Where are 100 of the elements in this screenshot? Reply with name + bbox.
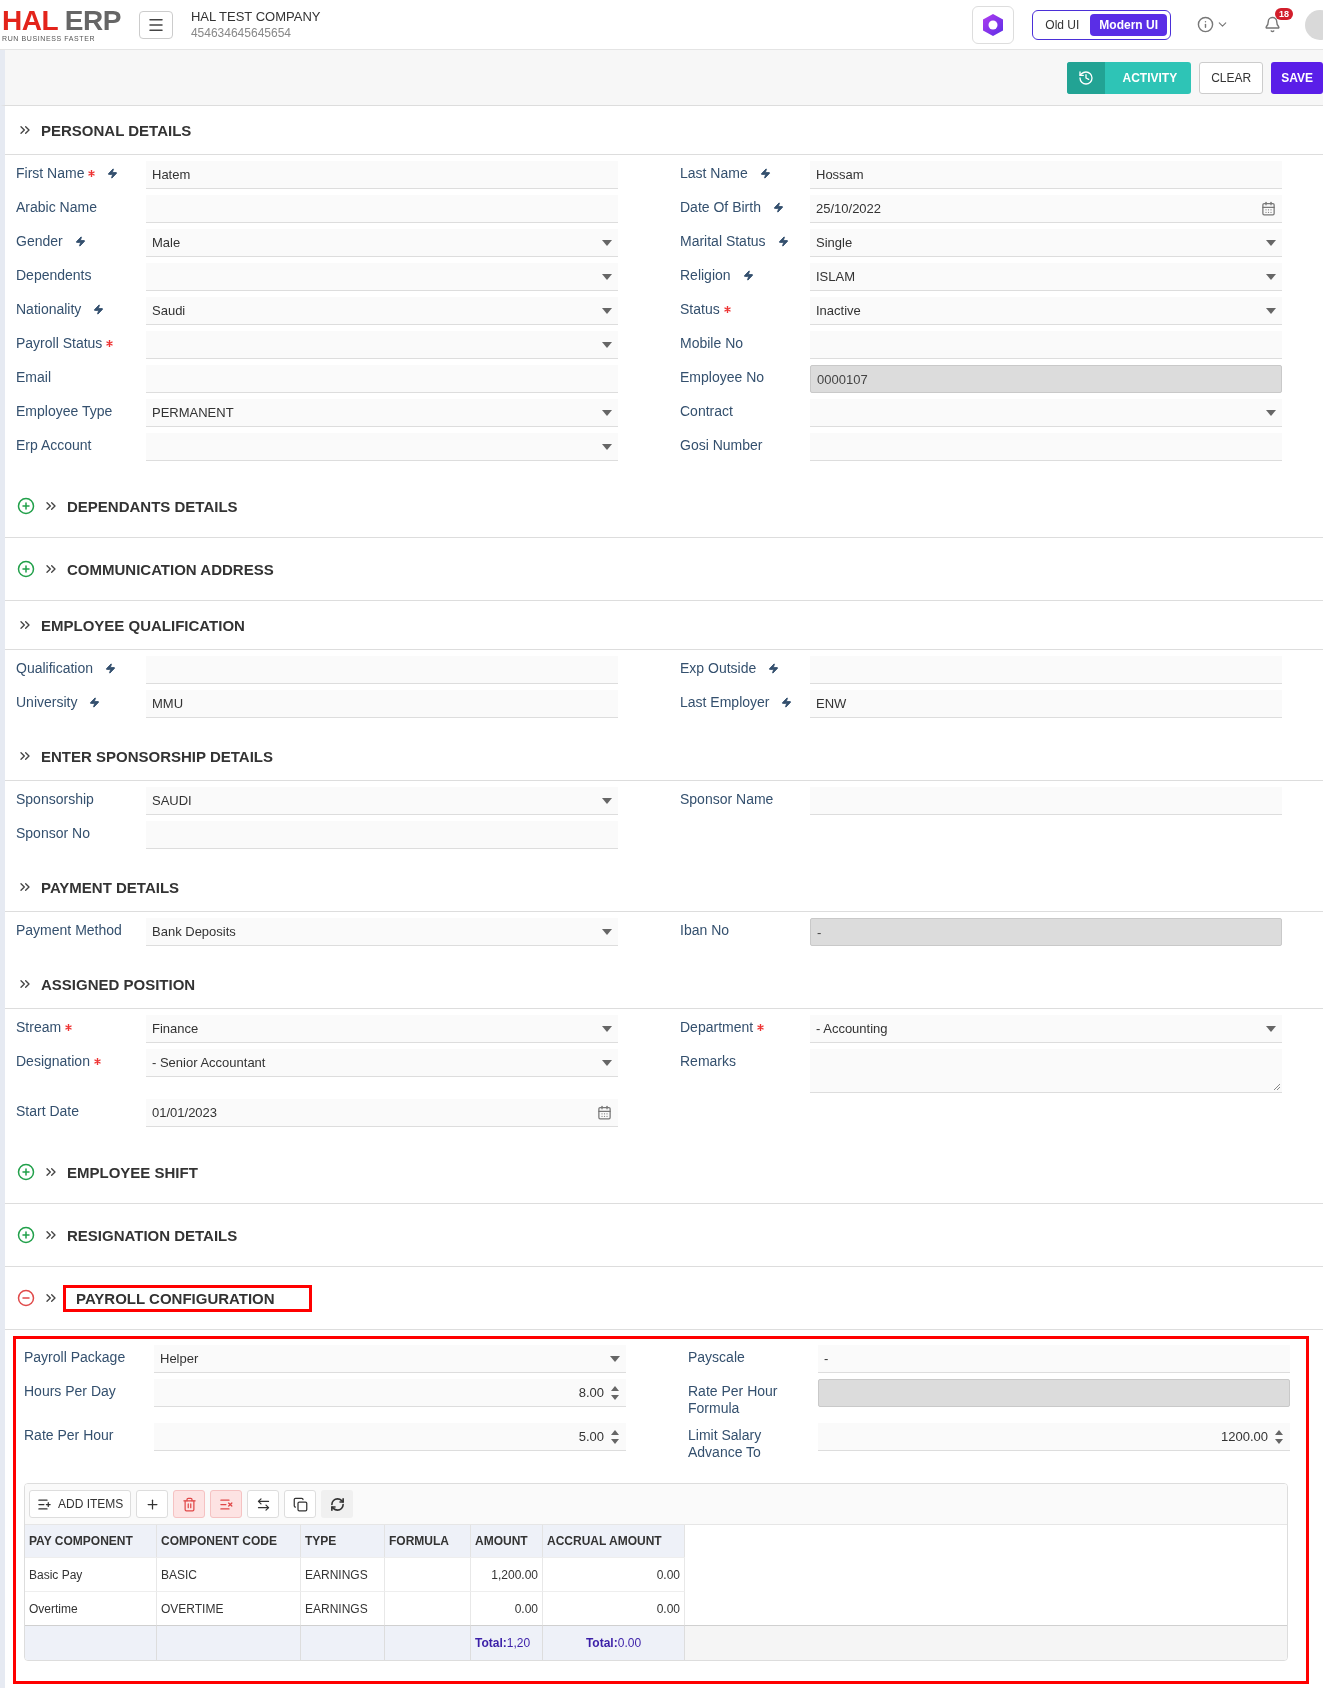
field-label: Hours Per Day [24,1383,116,1400]
expand-icon[interactable] [17,1163,35,1181]
select-field[interactable]: - Accounting [810,1015,1282,1043]
section-title: RESIGNATION DETAILS [67,1226,238,1244]
field-label: Limit Salary Advance To [688,1427,763,1461]
date-field[interactable]: 25/10/2022 [810,195,1282,223]
field-label: Religion [680,267,731,284]
calendar-icon[interactable] [1261,201,1276,216]
info-icon [1197,16,1214,34]
delete-list-icon [218,1496,234,1512]
field-label: Payment Method [16,922,122,939]
total-cell: Total:0.00 [543,1625,685,1660]
select-field[interactable] [810,399,1282,427]
expand-icon[interactable] [17,560,35,578]
field-label: Status [680,301,720,318]
text-field[interactable]: - [810,918,1282,946]
select-field[interactable] [146,433,618,461]
notifications-button[interactable] [1263,16,1281,34]
refresh-button[interactable] [321,1490,354,1518]
field-label: Sponsor No [16,825,90,842]
select-field[interactable]: Male [146,229,618,257]
dropdown-caret-icon [1266,239,1276,246]
spinner-icon[interactable] [610,1428,620,1445]
number-field[interactable]: 5.00 [154,1423,626,1451]
text-field[interactable]: Hatem [146,161,618,189]
text-field[interactable] [146,821,618,849]
expand-icon[interactable] [17,1226,35,1244]
app-logo-button[interactable] [972,5,1015,44]
field-label: Exp Outside [680,660,757,677]
select-field[interactable]: Finance [146,1015,618,1043]
text-field[interactable] [818,1379,1290,1407]
section-title: EMPLOYEE QUALIFICATION [41,616,245,634]
text-field[interactable]: Hossam [810,161,1282,189]
section-title: EMPLOYEE SHIFT [67,1163,198,1181]
clear-button[interactable]: CLEAR [1199,61,1264,94]
text-field[interactable]: MMU [146,690,618,718]
text-field[interactable] [810,433,1282,461]
field-label: Payroll Package [24,1349,126,1366]
field-label: Sponsor Name [680,791,774,808]
add-row-button[interactable] [136,1490,169,1518]
field-label: Gender [16,233,63,250]
column-header: COMPONENT CODE [157,1525,301,1557]
dropdown-caret-icon [602,443,612,450]
date-field[interactable]: 01/01/2023 [146,1099,618,1127]
field-label: Department [680,1019,754,1036]
select-field[interactable]: PERMANENT [146,399,618,427]
dropdown-caret-icon [602,1059,612,1066]
section-title: ENTER SPONSORSHIP DETAILS [41,747,273,765]
text-field[interactable] [146,365,618,393]
field-label: Employee Type [16,403,113,420]
company-name: HAL TEST COMPANY [190,9,321,25]
dropdown-caret-icon [602,239,612,246]
delete-button[interactable] [173,1490,206,1518]
ui-option[interactable]: Modern UI [1090,13,1167,36]
select-field[interactable]: Bank Deposits [146,918,618,946]
text-field[interactable] [810,787,1282,815]
select-field[interactable]: Helper [154,1345,626,1373]
field-label: University [16,694,78,711]
calendar-icon[interactable] [597,1105,612,1120]
menu-button[interactable] [138,10,173,39]
select-field[interactable]: Saudi [146,297,618,325]
dropdown-caret-icon [610,1355,620,1362]
spinner-icon[interactable] [1274,1428,1284,1445]
info-menu[interactable] [1197,16,1229,34]
text-field[interactable]: 0000107 [810,365,1282,393]
add-items-button[interactable]: ADD ITEMS [29,1490,132,1518]
text-field[interactable] [810,331,1282,359]
save-button[interactable]: SAVE [1271,61,1323,94]
copy-button[interactable] [284,1490,317,1518]
number-field[interactable]: 1200.00 [818,1423,1290,1451]
select-field[interactable] [146,331,618,359]
select-field[interactable]: - Senior Accountant [146,1049,618,1077]
field-label: Rate Per Hour Formula [688,1383,779,1417]
select-field[interactable]: ISLAM [810,263,1282,291]
select-field[interactable]: Inactive [810,297,1282,325]
table-cell: Basic Pay [25,1557,157,1591]
section-title: COMMUNICATION ADDRESS [67,560,274,578]
select-field[interactable]: Single [810,229,1282,257]
total-cell: Total:1,20 [471,1625,543,1660]
text-field[interactable] [146,195,618,223]
swap-button[interactable] [247,1490,280,1518]
field-label: Email [16,369,51,386]
select-field[interactable]: SAUDI [146,787,618,815]
number-field[interactable]: 8.00 [154,1379,626,1407]
text-field[interactable]: ENW [810,690,1282,718]
text-field[interactable]: - [818,1345,1290,1373]
notification-badge: 18 [1275,7,1293,20]
field-label: Marital Status [680,233,766,250]
bell-icon [1263,16,1281,34]
text-field[interactable] [810,656,1282,684]
text-field[interactable] [146,656,618,684]
expand-icon[interactable] [17,497,35,515]
spinner-icon[interactable] [610,1384,620,1401]
field-label: Qualification [16,660,94,677]
collapse-icon[interactable] [17,1289,35,1307]
field-label: Nationality [16,301,82,318]
select-field[interactable] [146,263,618,291]
history-icon [1077,69,1094,86]
list-plus-icon [37,1496,52,1512]
field-label: Employee No [680,369,765,386]
